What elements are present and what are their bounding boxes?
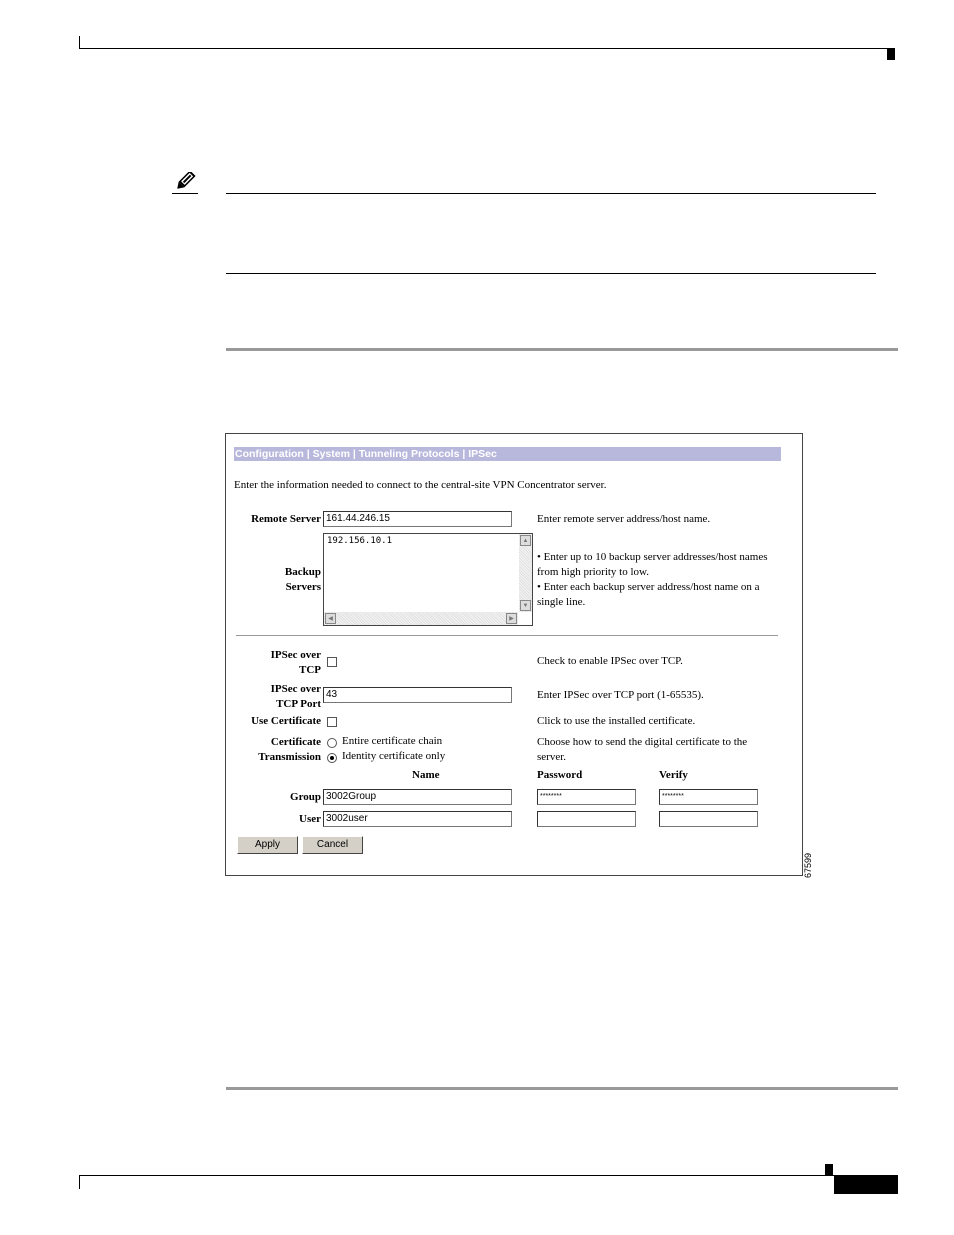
section-rule	[226, 348, 898, 351]
scroll-right-icon[interactable]: ▶	[506, 613, 517, 624]
ipsec-config-screenshot: Configuration | System | Tunneling Proto…	[225, 433, 803, 876]
cert-transmission-label: Certificate Transmission	[226, 735, 321, 765]
ipsec-tcp-label-line2: TCP	[299, 664, 321, 676]
use-certificate-help: Click to use the installed certificate.	[537, 715, 696, 727]
header-rule	[79, 48, 895, 49]
group-name-input[interactable]: 3002Group	[323, 789, 512, 805]
ipsec-tcp-port-help: Enter IPSec over TCP port (1-65535).	[537, 689, 704, 701]
user-row-label: User	[299, 813, 321, 825]
figure-id: 67599	[803, 852, 813, 878]
backup-servers-help: • Enter up to 10 backup server addresses…	[537, 550, 772, 610]
breadcrumb: Configuration | System | Tunneling Proto…	[234, 447, 781, 461]
backup-servers-value: 192.156.10.1	[327, 536, 393, 546]
backup-servers-label: Backup Servers	[226, 565, 321, 595]
scroll-down-icon[interactable]: ▼	[520, 600, 531, 611]
ipsec-tcp-port-label: IPSec over TCP Port	[226, 682, 321, 712]
user-name-input[interactable]: 3002user	[323, 811, 512, 827]
backup-help-bullet1: • Enter up to 10 backup server addresses…	[537, 551, 768, 578]
scroll-left-icon[interactable]: ◀	[325, 613, 336, 624]
user-password-input[interactable]	[537, 811, 636, 827]
cancel-button[interactable]: Cancel	[302, 836, 363, 854]
backup-label-line1: Backup	[284, 566, 321, 578]
note-top-rule	[226, 193, 876, 194]
user-verify-input[interactable]	[659, 811, 758, 827]
apply-button[interactable]: Apply	[237, 836, 298, 854]
footer-rule	[79, 1175, 897, 1176]
pencil-icon	[172, 172, 198, 194]
scroll-up-icon[interactable]: ▲	[520, 535, 531, 546]
radio-entire-chain-label: Entire certificate chain	[342, 735, 443, 747]
header-block-mark	[887, 48, 895, 60]
ipsec-over-tcp-label: IPSec over TCP	[226, 648, 321, 678]
note-bottom-rule	[226, 273, 876, 274]
use-certificate-checkbox[interactable]	[327, 717, 337, 727]
remote-server-label: Remote Server	[251, 513, 321, 525]
radio-identity-only[interactable]	[327, 753, 337, 763]
remote-server-input[interactable]: 161.44.246.15	[323, 511, 512, 527]
radio-entire-chain[interactable]	[327, 738, 337, 748]
ipsec-port-label-line1: IPSec over	[270, 683, 321, 695]
group-verify-input[interactable]: ********	[659, 789, 758, 805]
use-certificate-label: Use Certificate	[251, 715, 321, 727]
horizontal-scrollbar[interactable]: ◀ ▶	[324, 612, 518, 625]
column-header-name: Name	[412, 769, 440, 781]
remote-server-help: Enter remote server address/host name.	[537, 513, 711, 525]
radio-identity-only-label: Identity certificate only	[342, 750, 446, 762]
ipsec-tcp-port-input[interactable]: 43	[323, 687, 512, 703]
column-header-password: Password	[537, 769, 583, 781]
ipsec-port-label-line2: TCP Port	[276, 698, 321, 710]
footer-small-block	[825, 1164, 833, 1176]
backup-label-line2: Servers	[285, 581, 321, 593]
ipsec-tcp-label-line1: IPSec over	[270, 649, 321, 661]
backup-servers-textarea[interactable]: 192.156.10.1 ▲ ▼ ◀ ▶	[323, 533, 533, 626]
column-header-verify: Verify	[659, 769, 688, 781]
ipsec-over-tcp-checkbox[interactable]	[327, 657, 337, 667]
cert-transmission-help: Choose how to send the digital certifica…	[537, 736, 748, 763]
cert-label-line2: Transmission	[258, 751, 321, 763]
vertical-scrollbar[interactable]: ▲ ▼	[519, 534, 532, 612]
group-row-label: Group	[290, 791, 321, 803]
ipsec-over-tcp-help: Check to enable IPSec over TCP.	[537, 655, 683, 667]
intro-text: Enter the information needed to connect …	[234, 479, 607, 491]
group-password-input[interactable]: ********	[537, 789, 636, 805]
footer-corner-mark	[79, 1175, 80, 1189]
cert-label-line1: Certificate	[270, 736, 321, 748]
form-divider	[236, 635, 778, 636]
backup-help-bullet2: • Enter each backup server address/host …	[537, 581, 760, 608]
section-end-rule	[226, 1087, 898, 1090]
footer-page-block	[834, 1175, 898, 1194]
